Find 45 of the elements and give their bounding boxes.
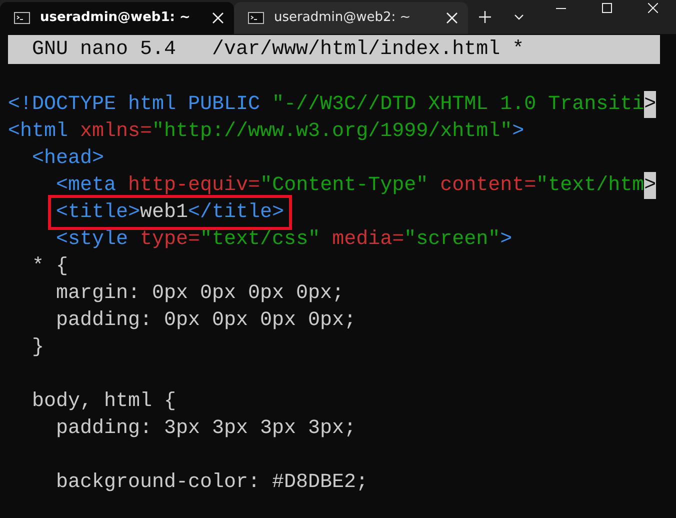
code-tag: <meta (8, 172, 128, 199)
add-tab-icon[interactable] (479, 11, 491, 23)
close-icon[interactable] (212, 12, 224, 24)
terminal-icon (248, 12, 264, 24)
code-text: body, html { (31, 389, 176, 415)
code-attribute: http-equiv= (128, 173, 260, 199)
code-tag: > (512, 118, 524, 145)
maximize-icon[interactable] (602, 3, 612, 13)
modified-marker: * (512, 37, 524, 63)
tab-title: useradmin@web2: ~ (274, 9, 412, 28)
code-text: margin: 0px 0px 0px 0px; (55, 281, 344, 307)
overflow-marker: > (644, 91, 656, 118)
code-string: "screen" (404, 227, 500, 253)
code-text: } (31, 335, 44, 361)
terminal-icon (14, 12, 30, 24)
code-text: * { (31, 254, 68, 280)
code-tag: <html (8, 118, 80, 145)
code-attribute: xmlns= (80, 119, 152, 145)
dropdown-icon[interactable] (514, 14, 524, 20)
code-string: "text/htm (536, 173, 644, 199)
code-tag: > (500, 226, 512, 253)
code-text: padding: 3px 3px 3px 3px; (55, 416, 356, 442)
code-tag: </title> (188, 199, 284, 226)
code-string: "http://www.w3.org/1999/xhtml" (152, 119, 512, 145)
close-window-icon[interactable] (648, 3, 658, 13)
code-string: "Content-Type" (260, 173, 430, 199)
terminal-tab[interactable]: useradmin@web1: ~ (0, 2, 234, 34)
code-tag: <style (8, 226, 140, 253)
overflow-marker: > (644, 172, 656, 199)
code-text: padding: 0px 0px 0px 0px; (55, 308, 356, 334)
code-string: "-//W3C//DTD XHTML 1.0 Transiti (272, 92, 644, 118)
terminal-tab[interactable]: useradmin@web2: ~ (234, 2, 468, 34)
file-path: /var/www/html/index.html (212, 37, 500, 63)
code-tag: <!DOCTYPE html PUBLIC (8, 91, 272, 118)
code-text: background-color: #D8DBE2; (55, 470, 368, 496)
code-text: web1 (140, 200, 188, 226)
code-string: "text/css" (200, 227, 322, 253)
code-attribute: content= (440, 173, 536, 199)
code-tag: <head> (8, 145, 104, 172)
code-tag: <title> (8, 199, 140, 226)
code-attribute: type= (140, 227, 200, 253)
close-icon[interactable] (446, 12, 458, 24)
app-version: GNU nano 5.4 (31, 37, 176, 63)
code-attribute: media= (332, 227, 404, 253)
tab-title: useradmin@web1: ~ (40, 9, 192, 28)
